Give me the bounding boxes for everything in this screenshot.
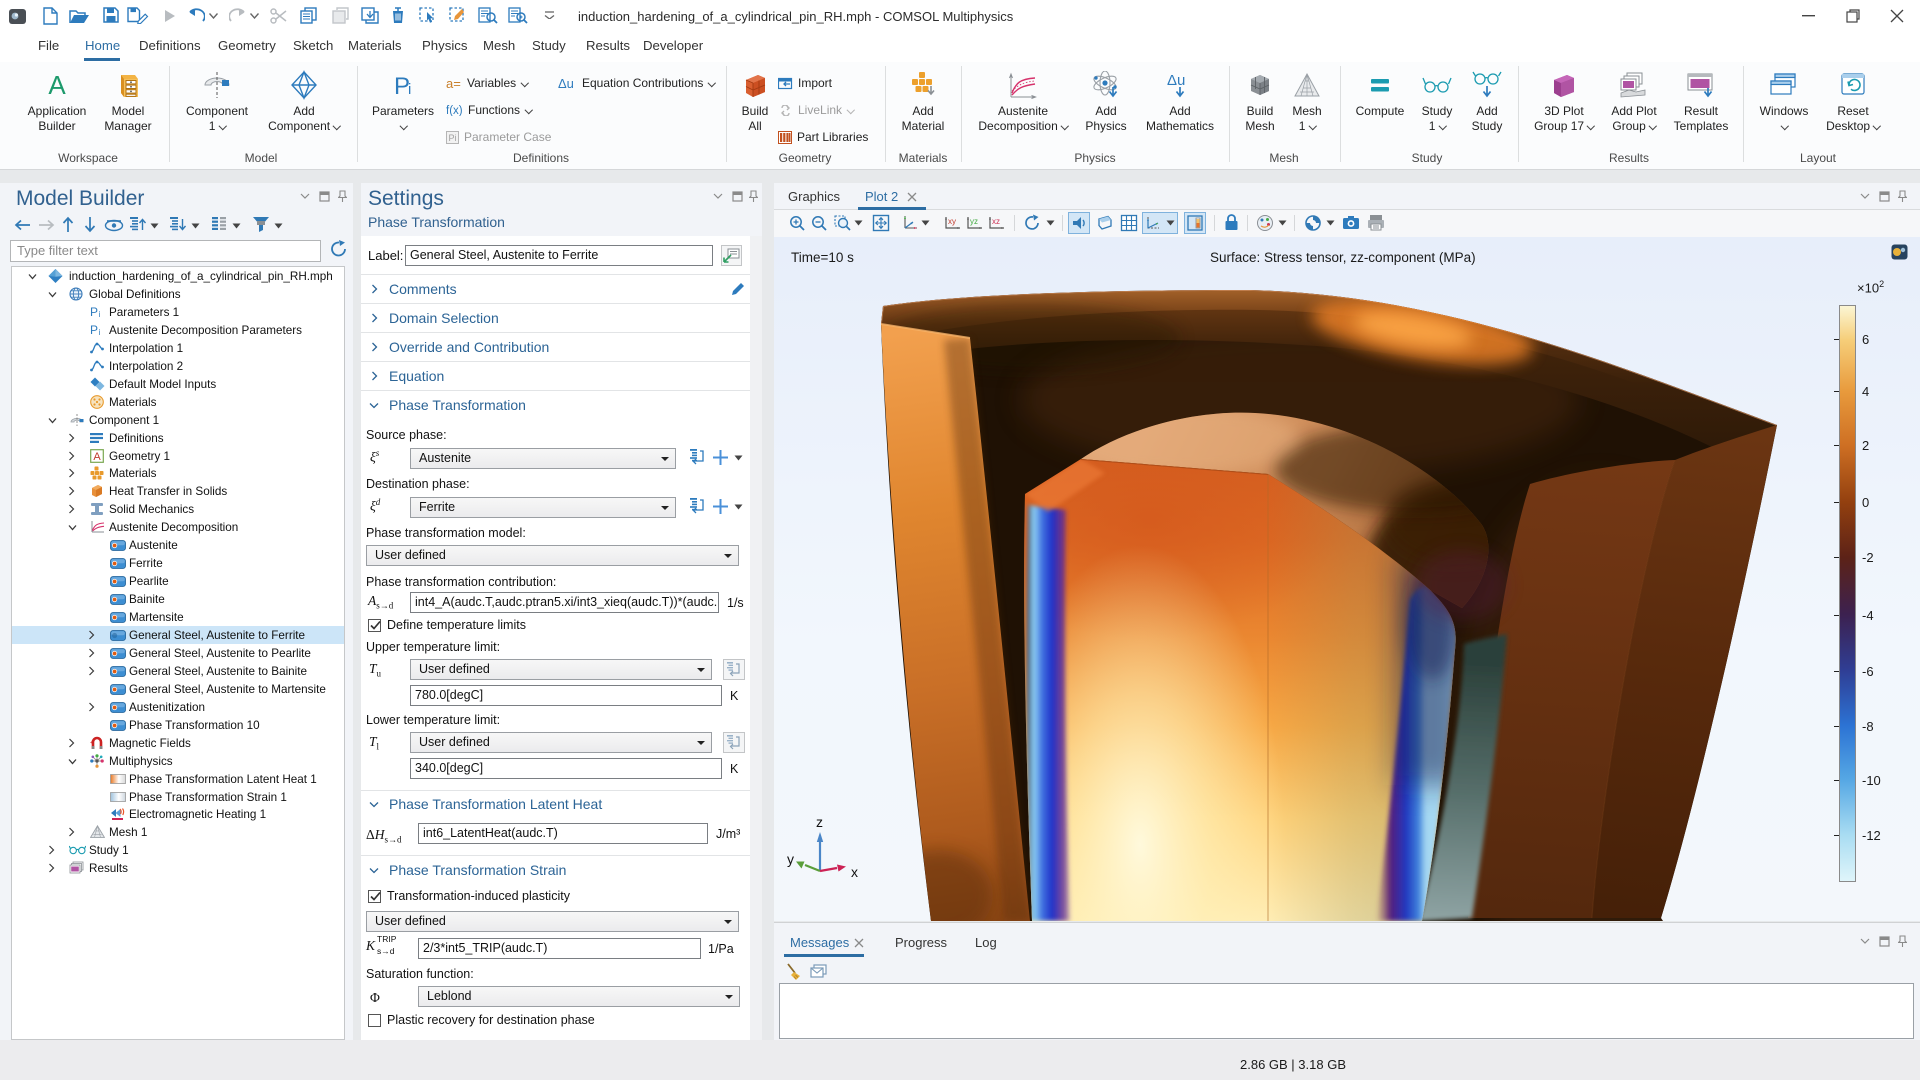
svg-text:Δu: Δu <box>1167 72 1185 89</box>
svg-text:i: i <box>99 310 101 318</box>
svg-text:Pi: Pi <box>449 133 457 143</box>
svg-text:x: x <box>851 864 858 877</box>
svg-text:A: A <box>93 451 101 463</box>
svg-text:A: A <box>48 71 66 99</box>
svg-text:i: i <box>408 81 411 98</box>
svg-text:+: + <box>90 740 93 746</box>
svg-text:a=: a= <box>446 78 461 89</box>
svg-text:i: i <box>99 328 101 336</box>
svg-text:P: P <box>90 305 98 318</box>
svg-text:P: P <box>90 323 98 336</box>
svg-text:yz: yz <box>970 217 978 226</box>
svg-text:z: z <box>816 814 823 830</box>
svg-text:y: y <box>787 851 794 867</box>
svg-text:xy: xy <box>948 217 956 226</box>
svg-text:xz: xz <box>992 217 1000 226</box>
svg-text:f(x): f(x) <box>446 105 463 116</box>
svg-text:Δu: Δu <box>558 77 574 90</box>
